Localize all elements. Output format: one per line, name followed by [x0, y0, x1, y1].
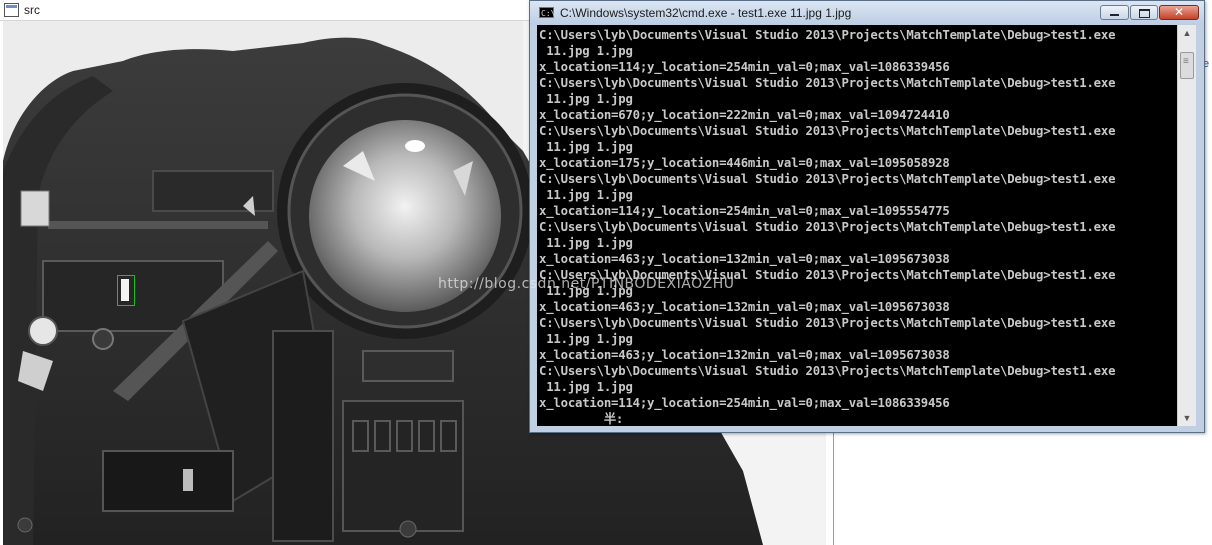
scroll-down-arrow-icon[interactable]: ▼: [1179, 410, 1195, 426]
console-output[interactable]: C:\Users\lyb\Documents\Visual Studio 201…: [537, 25, 1177, 426]
console-line: x_location=463;y_location=132min_val=0;m…: [539, 252, 950, 266]
console-line: C:\Users\lyb\Documents\Visual Studio 201…: [539, 124, 1116, 138]
console-line: C:\Users\lyb\Documents\Visual Studio 201…: [539, 364, 1116, 378]
console-line: x_location=463;y_location=132min_val=0;m…: [539, 348, 950, 362]
vertical-scrollbar[interactable]: ▲ ▼: [1177, 25, 1196, 426]
console-line: x_location=114;y_location=254min_val=0;m…: [539, 204, 950, 218]
console-line: 11.jpg 1.jpg: [539, 332, 633, 346]
minimize-button[interactable]: [1100, 5, 1129, 20]
console-icon: C:\: [539, 7, 556, 18]
console-line: 11.jpg 1.jpg: [539, 44, 633, 58]
src-window-title: src: [24, 3, 40, 17]
console-line: 11.jpg 1.jpg: [539, 380, 633, 394]
console-line: 11.jpg 1.jpg: [539, 236, 633, 250]
match-rectangle: [117, 275, 135, 306]
console-lines: C:\Users\lyb\Documents\Visual Studio 201…: [539, 27, 1115, 426]
cmd-titlebar[interactable]: C:\ C:\Windows\system32\cmd.exe - test1.…: [530, 1, 1204, 25]
scroll-up-arrow-icon[interactable]: ▲: [1179, 25, 1195, 41]
console-line: C:\Users\lyb\Documents\Visual Studio 201…: [539, 76, 1116, 90]
watermark: http://blog.csdn.net/PTINBODEXIAOZHU: [438, 276, 735, 292]
console-line: x_location=670;y_location=222min_val=0;m…: [539, 108, 950, 122]
close-icon: ✕: [1173, 5, 1185, 19]
console-line: x_location=114;y_location=254min_val=0;m…: [539, 60, 950, 74]
console-line: C:\Users\lyb\Documents\Visual Studio 201…: [539, 28, 1116, 42]
console-line: 半:: [539, 412, 624, 426]
window-icon: [4, 3, 19, 17]
console-line: x_location=114;y_location=254min_val=0;m…: [539, 396, 950, 410]
maximize-button[interactable]: [1130, 5, 1158, 20]
console-line: x_location=175;y_location=446min_val=0;m…: [539, 156, 950, 170]
close-button[interactable]: ✕: [1159, 5, 1199, 20]
cmd-window: C:\ C:\Windows\system32\cmd.exe - test1.…: [529, 0, 1205, 433]
console-line: 11.jpg 1.jpg: [539, 188, 633, 202]
console-line: C:\Users\lyb\Documents\Visual Studio 201…: [539, 316, 1116, 330]
console-line: C:\Users\lyb\Documents\Visual Studio 201…: [539, 172, 1116, 186]
console-line: 11.jpg 1.jpg: [539, 92, 633, 106]
scrollbar-thumb[interactable]: [1180, 52, 1194, 79]
console-line: x_location=463;y_location=132min_val=0;m…: [539, 300, 950, 314]
console-line: C:\Users\lyb\Documents\Visual Studio 201…: [539, 220, 1116, 234]
console-line: 11.jpg 1.jpg: [539, 140, 633, 154]
cmd-window-title: C:\Windows\system32\cmd.exe - test1.exe …: [560, 6, 852, 20]
